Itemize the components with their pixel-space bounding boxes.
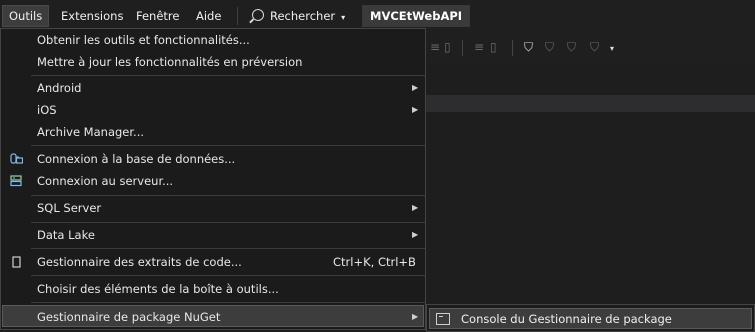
bookmark-prev-icon[interactable]: ⛉ [545,40,554,55]
menu-item-connect-server[interactable]: Connexion au serveur... [2,170,424,192]
bookmark-clear-icon[interactable]: ⛉ [590,40,599,55]
toolbar-indent-icon[interactable]: ≡ [430,40,440,54]
bookmark-next-icon[interactable]: ⛉ [567,40,576,55]
toolbar-separator [512,40,513,56]
submenu-item-package-console[interactable]: Console du Gestionnaire de package [429,308,752,329]
console-window-icon [436,313,450,325]
menu-item-label: Gestionnaire de package NuGet [37,310,221,324]
menu-item-connect-database[interactable]: Connexion à la base de données... [2,148,424,170]
menu-item-android[interactable]: Android ▶ [2,77,424,99]
search-icon [252,9,264,21]
menu-item-label: Archive Manager... [37,125,145,139]
menu-item-label: SQL Server [37,201,102,215]
menu-separator [31,195,425,196]
submenu-arrow-icon: ▶ [412,105,419,114]
toolbar-uncomment-icon[interactable]: ▯ [490,40,497,54]
menu-separator [31,145,425,146]
toolbar-outdent-icon[interactable]: ▯ [444,40,451,54]
code-snippet-icon [12,256,21,268]
menu-item-label: Mettre à jour les fonctionnalités en pré… [37,55,303,69]
server-connect-icon [10,175,22,187]
toolbar-comment-icon[interactable]: ≡ [474,40,484,54]
submenu-arrow-icon: ▶ [412,203,419,212]
menu-item-label: Connexion au serveur... [37,174,174,188]
menu-item-ios[interactable]: iOS ▶ [2,99,424,121]
bookmark-icon[interactable]: ⛉ [524,40,533,55]
menu-item-label: Android [37,81,82,95]
menu-separator [31,302,425,303]
menu-item-data-lake[interactable]: Data Lake ▶ [2,224,424,246]
search-button[interactable]: Rechercher ▾ [244,6,353,26]
menu-item-code-snippets[interactable]: Gestionnaire des extraits de code... Ctr… [2,251,424,273]
menu-item-sql-server[interactable]: SQL Server ▶ [2,197,424,219]
menu-item-label: Obtenir les outils et fonctionnalités... [37,33,250,47]
search-label: Rechercher [270,9,336,23]
submenu-arrow-icon: ▶ [412,312,419,321]
menu-item-label: Choisir des éléments de la boîte à outil… [37,282,279,296]
menu-extensions[interactable]: Extensions [55,6,129,26]
toolbar-overflow-icon[interactable]: ▾ [610,44,614,53]
menu-item-shortcut: Ctrl+K, Ctrl+B [333,255,416,269]
menu-item-label: Data Lake [37,228,95,242]
menu-fenetre[interactable]: Fenêtre [130,6,185,26]
chevron-down-icon: ▾ [341,13,346,22]
menu-item-label: iOS [37,103,57,117]
submenu-arrow-icon: ▶ [412,83,419,92]
menu-aide[interactable]: Aide [190,6,227,26]
menu-separator [31,248,425,249]
menu-item-label: Gestionnaire des extraits de code... [37,255,242,269]
menu-item-toolbox-items[interactable]: Choisir des éléments de la boîte à outil… [2,278,424,300]
database-connect-icon [10,153,23,164]
menu-separator [237,7,238,25]
submenu-item-label: Console du Gestionnaire de package [461,312,672,326]
menu-separator [31,75,425,76]
toolbar-separator [462,40,463,56]
tools-dropdown-menu: Obtenir les outils et fonctionnalités...… [0,28,426,330]
project-title: MVCEtWebAPI [362,5,471,27]
submenu-arrow-icon: ▶ [412,230,419,239]
menu-item-nuget-manager[interactable]: Gestionnaire de package NuGet ▶ [2,305,424,327]
menu-separator [31,275,425,276]
menu-separator [31,222,425,223]
menu-item-update-preview[interactable]: Mettre à jour les fonctionnalités en pré… [2,51,424,73]
menu-outils[interactable]: Outils [2,5,50,27]
menu-item-label: Connexion à la base de données... [37,152,236,166]
menu-item-archive-manager[interactable]: Archive Manager... [2,121,424,143]
nuget-submenu: Console du Gestionnaire de package [426,304,755,332]
menu-item-get-tools[interactable]: Obtenir les outils et fonctionnalités... [2,29,424,51]
